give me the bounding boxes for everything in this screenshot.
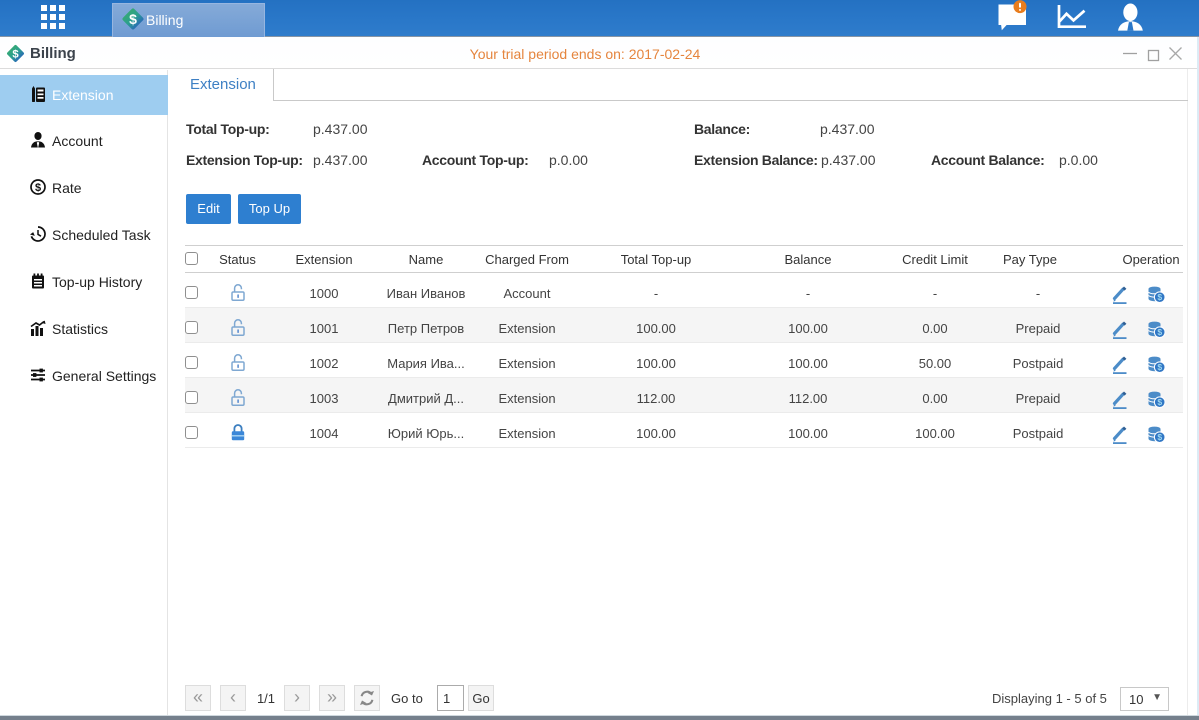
svg-text:$: $ [35,182,41,194]
svg-text:$: $ [1157,292,1162,302]
svg-text:$: $ [1157,362,1162,372]
svg-text:$: $ [1157,327,1162,337]
svg-text:$: $ [1157,432,1162,442]
svg-text:$: $ [1157,397,1162,407]
svg-text:$: $ [129,11,137,27]
